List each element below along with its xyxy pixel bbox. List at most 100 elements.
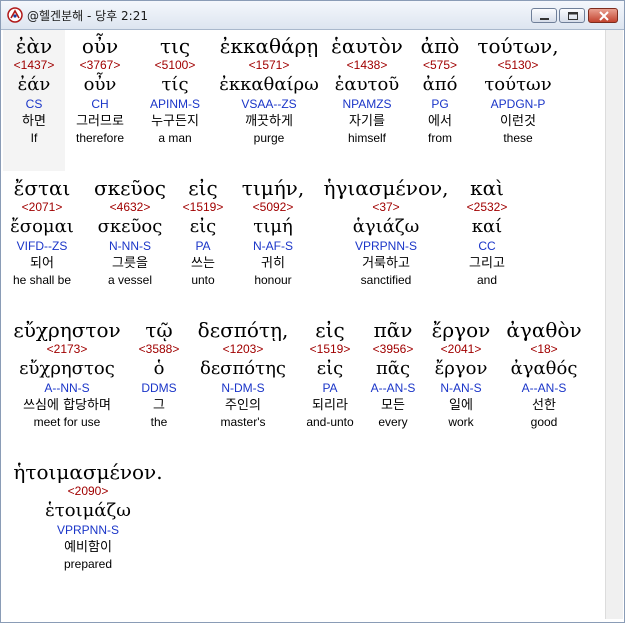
greek-word: ἔργον — [431, 318, 491, 342]
korean-gloss: 이런것 — [500, 114, 536, 129]
parsing-code: VIFD--ZS — [16, 239, 68, 253]
word-cell[interactable]: ἡγιασμένον, <37> ἁγιάζω VPRPNN-S 거룩하고 sa… — [313, 176, 459, 288]
greek-word: οὖν — [81, 34, 119, 58]
greek-word: εἰς — [315, 318, 345, 342]
korean-gloss: 쓰심에 합당하며 — [23, 398, 111, 413]
strongs-number: <1571> — [248, 58, 290, 72]
english-gloss: purge — [253, 131, 285, 145]
korean-gloss: 되어 — [30, 256, 54, 271]
greek-word: εἰς — [188, 176, 218, 200]
word-cell[interactable]: δεσπότῃ, <1203> δεσπότης N-DM-S 주인의 mast… — [187, 318, 299, 430]
lemma: ἐκκαθαίρω — [219, 74, 319, 95]
parsing-code: CC — [478, 239, 496, 253]
korean-gloss: 일에 — [449, 398, 473, 413]
english-gloss: the — [150, 415, 168, 429]
korean-gloss: 거룩하고 — [362, 256, 410, 271]
parsing-code: N-AF-S — [253, 239, 293, 253]
greek-word: ἀπὸ — [420, 34, 460, 58]
lemma: τιμή — [253, 216, 293, 237]
word-cell[interactable]: καὶ <2532> καί CC 그리고 and — [457, 176, 517, 288]
close-button[interactable] — [588, 8, 618, 23]
maximize-button[interactable] — [559, 8, 585, 23]
word-cell[interactable]: σκεῦος <4632> σκεῦος N-NN-S 그릇을 a vessel — [91, 176, 169, 288]
word-cell[interactable]: ἐκκαθάρῃ <1571> ἐκκαθαίρω VSAA--ZS 깨끗하게 … — [213, 34, 325, 146]
strongs-number: <1519> — [182, 200, 224, 214]
english-gloss: from — [428, 131, 452, 145]
english-gloss: he shall be — [12, 273, 72, 287]
strongs-number: <1438> — [346, 58, 388, 72]
korean-gloss: 쓰는 — [191, 256, 215, 271]
english-gloss: work — [448, 415, 474, 429]
korean-gloss: 그릇을 — [112, 256, 148, 271]
minimize-button[interactable] — [531, 8, 557, 23]
strongs-number: <2532> — [466, 200, 508, 214]
english-gloss: therefore — [75, 131, 125, 145]
strongs-number: <5100> — [154, 58, 196, 72]
greek-word: ἡτοιμασμένον. — [13, 460, 163, 484]
parsing-code: A--AN-S — [370, 381, 416, 395]
korean-gloss: 예비함이 — [64, 540, 112, 555]
word-cell[interactable]: τῷ <3588> ὁ DDMS 그 the — [131, 318, 187, 430]
word-cell[interactable]: ἔργον <2041> ἔργον N-AN-S 일에 work — [427, 318, 495, 430]
greek-word: ἔσται — [13, 176, 71, 200]
strongs-number: <2041> — [440, 342, 482, 356]
word-cell[interactable]: ἀγαθὸν <18> ἀγαθός A--AN-S 선한 good — [499, 318, 589, 430]
parsing-code: APDGN-P — [490, 97, 546, 111]
lemma: ὁ — [153, 358, 165, 379]
parsing-code: CH — [91, 97, 109, 111]
close-icon — [599, 11, 609, 21]
english-gloss: and-unto — [306, 415, 354, 429]
strongs-number: <3588> — [138, 342, 180, 356]
word-cell[interactable]: εἰς <1519> εἰς PA 되리라 and-unto — [297, 318, 363, 430]
korean-gloss: 그러므로 — [76, 114, 124, 129]
parsing-code: DDMS — [141, 381, 177, 395]
title-bar[interactable]: @헬겐분해 - 당후 2:21 — [1, 1, 624, 30]
greek-word: πᾶν — [373, 318, 413, 342]
strongs-number: <3956> — [372, 342, 414, 356]
lemma: οὖν — [83, 74, 117, 95]
word-cell[interactable]: τούτων, <5130> τούτων APDGN-P 이런것 these — [471, 34, 565, 146]
english-gloss: unto — [191, 273, 215, 287]
korean-gloss: 귀히 — [261, 256, 285, 271]
window-title: @헬겐분해 - 당후 2:21 — [27, 9, 148, 23]
lemma: σκεῦος — [97, 216, 163, 237]
greek-word: ἀγαθὸν — [506, 318, 582, 342]
word-cell[interactable]: ἀπὸ <575> ἀπό PG 에서 from — [409, 34, 471, 146]
greek-word: ἐὰν — [15, 34, 53, 58]
korean-gloss: 하면 — [22, 114, 46, 129]
strongs-number: <5092> — [252, 200, 294, 214]
strongs-number: <2090> — [67, 484, 109, 498]
strongs-number: <1437> — [13, 58, 55, 72]
word-cell[interactable]: οὖν <3767> οὖν CH 그러므로 therefore — [65, 34, 135, 146]
english-gloss: meet for use — [33, 415, 101, 429]
lemma: ἀγαθός — [510, 358, 578, 379]
parsing-code: A--NN-S — [44, 381, 90, 395]
word-cell[interactable]: ἔσται <2071> ἔσομαι VIFD--ZS 되어 he shall… — [3, 176, 81, 288]
korean-gloss: 선한 — [532, 398, 556, 413]
parsing-code: N-DM-S — [221, 381, 265, 395]
word-cell[interactable]: εὔχρηστον <2173> εὔχρηστος A--NN-S 쓰심에 합… — [3, 318, 131, 430]
word-cell[interactable]: ἐὰν <1437> ἐάν CS 하면 If — [3, 34, 65, 146]
strongs-number: <18> — [530, 342, 558, 356]
strongs-number: <4632> — [109, 200, 151, 214]
word-cell[interactable]: εἰς <1519> εἰς PA 쓰는 unto — [173, 176, 233, 288]
word-cell[interactable]: τις <5100> τίς APINM-S 누구든지 a man — [135, 34, 215, 146]
greek-word: ἐκκαθάρῃ — [219, 34, 319, 58]
word-cell[interactable]: ἡτοιμασμένον. <2090> ἑτοιμάζω VPRPNN-S 예… — [3, 460, 173, 572]
app-window: @헬겐분해 - 당후 2:21 ἐὰν <1437> ἐάν CS 하면 If … — [0, 0, 625, 623]
lemma: εἰς — [189, 216, 217, 237]
korean-gloss: 그 — [153, 398, 165, 413]
korean-gloss: 되리라 — [312, 398, 348, 413]
parsing-code: VPRPNN-S — [56, 523, 119, 537]
korean-gloss: 누구든지 — [151, 114, 199, 129]
word-cell[interactable]: πᾶν <3956> πᾶς A--AN-S 모든 every — [363, 318, 423, 430]
english-gloss: honour — [254, 273, 292, 287]
korean-gloss: 깨끗하게 — [245, 114, 293, 129]
word-cell[interactable]: τιμήν, <5092> τιμή N-AF-S 귀히 honour — [233, 176, 313, 288]
strongs-number: <1203> — [222, 342, 264, 356]
strongs-number: <37> — [372, 200, 400, 214]
parsing-code: NPAMZS — [342, 97, 392, 111]
lemma: εἰς — [316, 358, 344, 379]
word-cell[interactable]: ἑαυτὸν <1438> ἑαυτοῦ NPAMZS 자기를 himself — [325, 34, 409, 146]
vertical-scrollbar[interactable] — [605, 30, 623, 619]
